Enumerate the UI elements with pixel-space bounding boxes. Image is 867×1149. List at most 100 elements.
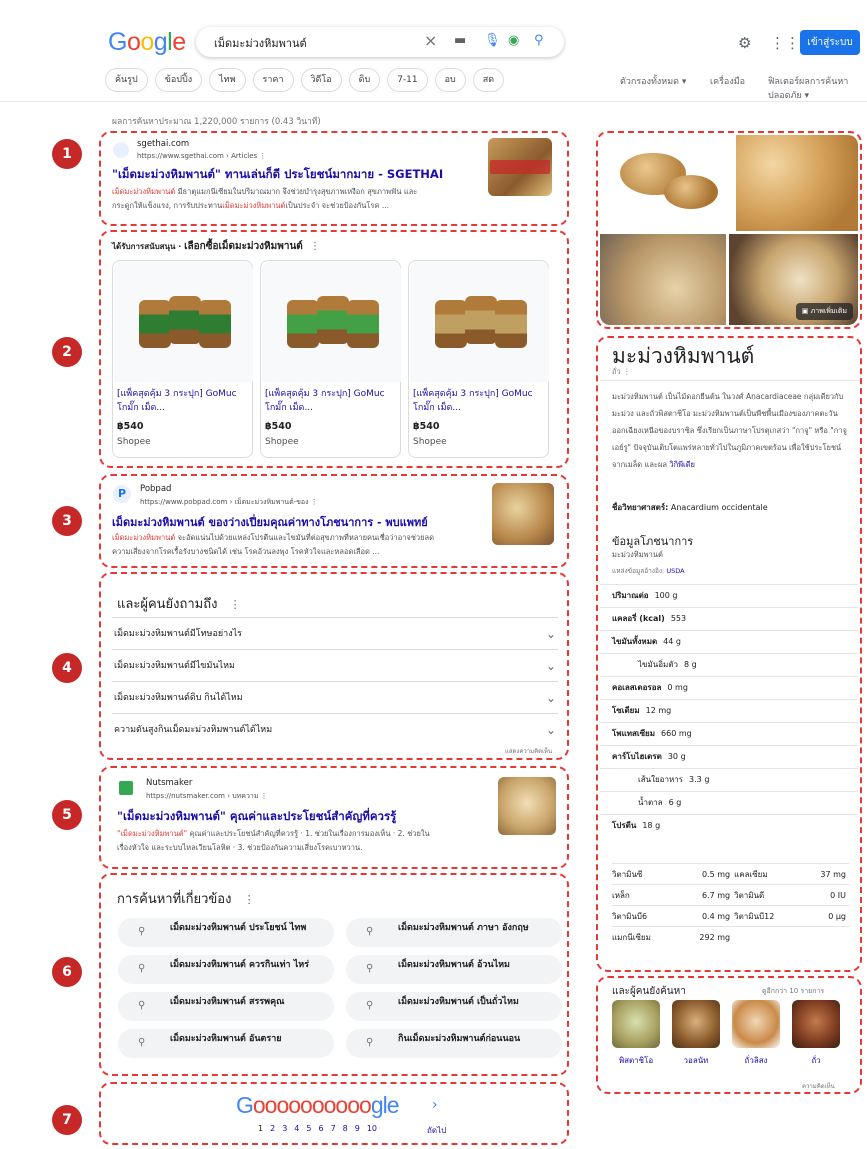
filter-chip[interactable]: ไทพ (209, 68, 246, 92)
filter-chip[interactable]: สด (472, 68, 505, 92)
all-filters-button[interactable]: ตัวกรองทั้งหมด ▾ (620, 74, 686, 88)
page-number[interactable]: 6 (318, 1124, 323, 1133)
filter-chip[interactable]: 7-11 (387, 68, 428, 92)
paa-question[interactable]: ความดันสูงกินเม็ดมะม่วงหิมพานต์ได้ไหม ⌄ (112, 713, 558, 745)
lens-icon[interactable]: ◉ (508, 33, 519, 48)
related-search-chip[interactable]: ⚲ เม็ดมะม่วงหิมพานต์ ประโยชน์ ไทพ (118, 918, 334, 947)
related-search-chip[interactable]: ⚲ เม็ดมะม่วงหิมพานต์ ภาษา อังกฤษ (346, 918, 562, 947)
filter-chip[interactable]: ดิบ (348, 68, 381, 92)
product-title[interactable]: [แพ็คสุดคุ้ม 3 กระปุก] GoMuc โกมั๊ก เม็ด… (413, 387, 545, 415)
nutrition-label: น้ำตาล (638, 798, 663, 807)
pasf-label: ถั่วลิสง (744, 1056, 768, 1065)
apps-icon[interactable]: ⋮⋮ (770, 34, 800, 52)
page-number[interactable]: 3 (282, 1124, 287, 1133)
image-cashew-1[interactable] (600, 135, 733, 231)
related-search-chip[interactable]: ⚲ เม็ดมะม่วงหิมพานต์ เป็นถั่วไหม (346, 992, 562, 1021)
vitamin-label: วิตามินบี6 (612, 911, 648, 921)
related-search-text: เม็ดมะม่วงหิมพานต์ อันตราย (170, 1034, 282, 1044)
result3-thumbnail[interactable] (492, 483, 554, 545)
result1-thumbnail[interactable] (488, 138, 552, 196)
image-icon: ▣ (801, 307, 809, 315)
nutrition-row: โพแทสเซียม 660 mg (600, 722, 858, 743)
product-image[interactable] (410, 262, 549, 382)
next-link[interactable]: ถัดไป (427, 1124, 446, 1137)
vitamin-label: วิตามินดี (734, 890, 765, 900)
related-search-text: เม็ดมะม่วงหิมพานต์ อ้วนไหม (398, 960, 510, 970)
related-search-chip[interactable]: ⚲ เม็ดมะม่วงหิมพานต์ อันตราย (118, 1029, 334, 1058)
search-input[interactable]: เม็ดมะม่วงหิมพานต์ (214, 34, 307, 52)
page-number[interactable]: 8 (343, 1124, 348, 1133)
filter-chip[interactable]: ข้อปปิ้ง (154, 68, 203, 92)
more-icon[interactable]: ⋮ (310, 241, 320, 252)
filter-chip[interactable]: ค้นรูป (105, 68, 148, 92)
filter-chip[interactable]: ราคา (252, 68, 294, 92)
usda-link[interactable]: USDA (666, 567, 684, 575)
sci-label: ชื่อวิทยาศาสตร์: (612, 503, 669, 512)
filter-chip[interactable]: วิดีโอ (300, 68, 342, 92)
related-search-chip[interactable]: ⚲ เม็ดมะม่วงหิมพานต์ อ้วนไหม (346, 955, 562, 984)
search-icon[interactable]: ⚲ (534, 33, 544, 48)
search-icon: ⚲ (366, 963, 374, 974)
page-number[interactable]: 2 (270, 1124, 275, 1133)
page-number[interactable]: 4 (294, 1124, 299, 1133)
more-images-button[interactable]: ▣ ภาพเพิ่มเติม (795, 303, 853, 320)
product-title[interactable]: [แพ็คสุดคุ้ม 3 กระปุก] GoMuc โกมั๊ก เม็ด… (117, 387, 249, 415)
related-search-chip[interactable]: ⚲ เม็ดมะม่วงหิมพานต์ สรรพคุณ (118, 992, 334, 1021)
related-search-text: เม็ดมะม่วงหิมพานต์ สรรพคุณ (170, 997, 285, 1007)
vitamin-label: แคลเซียม (734, 869, 768, 879)
marker-7: 7 (52, 1105, 82, 1135)
product-card[interactable]: [แพ็คสุดคุ้ม 3 กระปุก] GoMuc โกมั๊ก เม็ด… (260, 260, 401, 458)
sgethai-favicon (113, 142, 129, 158)
next-arrow-icon[interactable]: › (432, 1097, 438, 1113)
paa-title: และผู้คนยังถามถึง (117, 597, 218, 612)
product-jar (435, 300, 467, 348)
result1-title[interactable]: "เม็ดมะม่วงหิมพานต์" ทานเล่นก็ดี ประโยชน… (112, 166, 443, 184)
logo-gle: gle (370, 1092, 400, 1118)
product-title[interactable]: [แพ็คสุดคุ้ม 3 กระปุก] GoMuc โกมั๊ก เม็ด… (265, 387, 397, 415)
result5-title[interactable]: "เม็ดมะม่วงหิมพานต์" คุณค่าและประโยชน์สำ… (117, 808, 396, 826)
nutrition-label: คาร์โบไฮเดรต (612, 752, 662, 761)
more-icon[interactable]: ⋮ (244, 893, 255, 906)
filter-chip[interactable]: อบ (434, 68, 466, 92)
google-logo[interactable]: Google (108, 28, 186, 57)
search-box[interactable]: เม็ดมะม่วงหิมพานต์ × ▬ 🎙︎ ◉ ⚲ (196, 27, 564, 57)
product-image[interactable] (262, 262, 401, 382)
pasf-more[interactable]: ดูอีกกว่า 10 รายการ (762, 986, 824, 997)
related-search-chip[interactable]: ⚲ กินเม็ดมะม่วงหิมพานต์ก่อนนอน (346, 1029, 562, 1058)
product-card[interactable]: [แพ็คสุดคุ้ม 3 กระปุก] GoMuc โกมั๊ก เม็ด… (112, 260, 253, 458)
pasf-feedback[interactable]: ความคิดเห็น (802, 1081, 835, 1091)
page-number[interactable]: 9 (355, 1124, 360, 1133)
product-card[interactable]: [แพ็คสุดคุ้ม 3 กระปุก] GoMuc โกมั๊ก เม็ด… (408, 260, 549, 458)
product-jar (139, 300, 171, 348)
wikipedia-link[interactable]: วิกิพีเดีย (669, 460, 695, 469)
sign-in-button[interactable]: เข้าสู่ระบบ (800, 30, 860, 55)
image-cashew-4[interactable]: ▣ ภาพเพิ่มเติม (729, 234, 858, 325)
page-number[interactable]: 1 (258, 1124, 263, 1133)
image-cashew-2[interactable] (736, 135, 858, 231)
product-image[interactable] (114, 262, 253, 382)
page-number[interactable]: 10 (367, 1124, 377, 1133)
related-search-chip[interactable]: ⚲ เม็ดมะม่วงหิมพานต์ ควรกินเท่า ไหร่ (118, 955, 334, 984)
result1-url[interactable]: https://www.sgethai.com › Articles ⋮ (137, 152, 266, 160)
settings-icon[interactable]: ⚙ (738, 34, 751, 52)
result3-url[interactable]: https://www.pobpad.com › เม็ดมะม่วงหิมพา… (140, 497, 318, 508)
paa-question[interactable]: เม็ดมะม่วงหิมพานต์ดิบ กินได้ไหม ⌄ (112, 681, 558, 713)
safesearch-button[interactable]: ฟิลเตอร์ผลการค้นหาปลอดภัย ▾ (768, 74, 867, 102)
paa-question[interactable]: เม็ดมะม่วงหิมพานต์มีไขมันไหม ⌄ (112, 649, 558, 681)
page-number[interactable]: 5 (306, 1124, 311, 1133)
page-number[interactable]: 7 (331, 1124, 336, 1133)
microphone-icon[interactable]: 🎙︎ (484, 33, 501, 48)
paa-question[interactable]: เม็ดมะม่วงหิมพานต์มีโทษอย่างไร ⌄ (112, 617, 558, 649)
result5-url[interactable]: https://nutsmaker.com › บทความ ⋮ (146, 791, 268, 802)
result5-thumbnail[interactable] (498, 777, 556, 835)
more-images-label: ภาพเพิ่มเติม (810, 307, 847, 315)
tools-button[interactable]: เครื่องมือ (710, 74, 745, 88)
paa-feedback[interactable]: แสดงความคิดเห็น (505, 746, 552, 756)
image-cashew-3[interactable] (600, 234, 726, 325)
chevron-down-icon: ⌄ (545, 627, 556, 641)
more-icon[interactable]: ⋮ (230, 598, 241, 611)
result3-title[interactable]: เม็ดมะม่วงหิมพานต์ ของว่างเปี่ยมคุณค่าทา… (112, 513, 428, 531)
keyboard-icon[interactable]: ▬ (454, 33, 466, 48)
clear-icon[interactable]: × (424, 31, 437, 50)
logo-g: G (236, 1092, 254, 1118)
